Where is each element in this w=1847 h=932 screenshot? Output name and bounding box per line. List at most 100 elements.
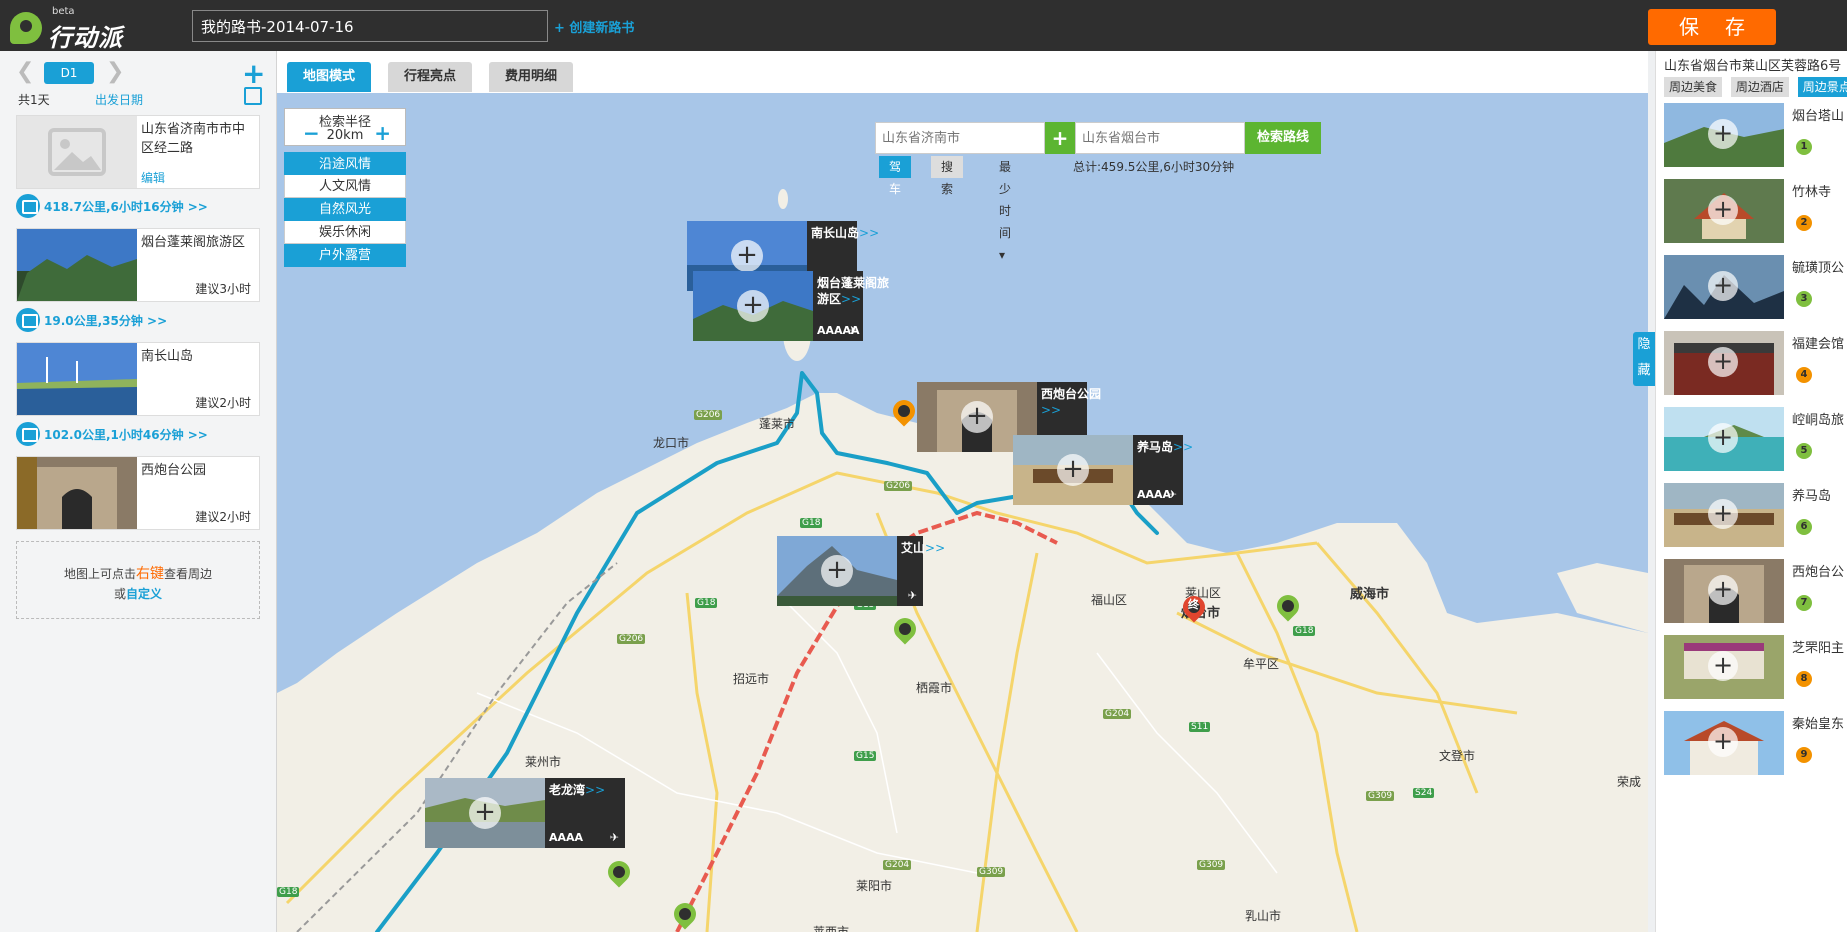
road-label: G206 <box>694 410 723 420</box>
add-poi-icon[interactable]: + <box>1708 195 1738 225</box>
place-label: 招远市 <box>733 672 770 686</box>
origin-input[interactable] <box>875 122 1045 154</box>
add-poi-icon[interactable]: + <box>737 290 769 322</box>
search-route-button[interactable]: 检索路线 <box>1245 122 1321 154</box>
tab-nearby-food[interactable]: 周边美食 <box>1664 77 1723 97</box>
add-poi-icon[interactable]: + <box>1708 271 1738 301</box>
filter-culture[interactable]: 人文风情 <box>284 175 406 198</box>
poi-more-link[interactable]: >> <box>841 292 861 306</box>
nearby-item[interactable]: + 芝罘阳主 8 <box>1664 635 1847 701</box>
stop-card[interactable]: 西炮台公园 建议2小时 <box>16 456 260 530</box>
place-label: 莱州市 <box>525 755 562 769</box>
start-place-card[interactable]: 山东省济南市市中区经二路 编辑 <box>16 115 260 189</box>
add-poi-icon[interactable]: + <box>1057 454 1089 486</box>
poi-more-link[interactable]: >> <box>1041 403 1061 417</box>
tab-highlights[interactable]: 行程亮点 <box>388 62 473 92</box>
nearby-item[interactable]: + 竹林寺 2 <box>1664 179 1847 245</box>
prev-day-icon[interactable]: ❮ <box>16 59 34 84</box>
current-address: 山东省烟台市莱山区芙蓉路6号 <box>1664 59 1842 74</box>
top-bar: beta 行动派 + 创建新路书 保存 <box>0 0 1847 52</box>
add-poi-icon[interactable]: + <box>1708 119 1738 149</box>
nearby-name: 养马岛 <box>1792 489 1832 504</box>
tab-costs[interactable]: 费用明细 <box>489 62 574 92</box>
pin-icon[interactable]: ✈ <box>1168 488 1177 501</box>
tab-map-mode[interactable]: 地图模式 <box>287 62 372 92</box>
depart-date-link[interactable]: 出发日期 <box>95 91 143 108</box>
nearby-name: 芝罘阳主 <box>1792 641 1845 656</box>
poi-more-link[interactable]: >> <box>1173 440 1193 454</box>
logo[interactable]: beta 行动派 <box>10 6 135 52</box>
poi-more-link[interactable]: >> <box>585 783 605 797</box>
add-poi-icon[interactable]: + <box>1708 727 1738 757</box>
book-title-input[interactable] <box>192 10 548 42</box>
tab-nearby-sights[interactable]: 周边景点 <box>1797 77 1847 97</box>
filter-scenery-along[interactable]: 沿途风情 <box>284 152 406 175</box>
search-button[interactable]: 搜索 <box>931 156 964 196</box>
add-poi-icon[interactable]: + <box>1708 651 1738 681</box>
nearby-item[interactable]: + 烟台塔山 1 <box>1664 103 1847 169</box>
next-day-icon[interactable]: ❯ <box>106 59 124 84</box>
add-poi-icon[interactable]: + <box>1708 499 1738 529</box>
destination-input[interactable] <box>1075 122 1245 154</box>
filter-leisure[interactable]: 娱乐休闲 <box>284 221 406 244</box>
nearby-item[interactable]: + 西炮台公 7 <box>1664 559 1847 625</box>
edit-icon[interactable] <box>244 87 262 105</box>
route-summary[interactable]: 102.0公里,1小时46分钟 >> <box>44 426 208 443</box>
route-preference-select[interactable]: 最少时间 ▾ <box>989 156 1021 262</box>
poi-card[interactable]: + 艾山>> ✈ <box>777 536 945 606</box>
map-canvas[interactable]: 龙口市 招远市 栖霞市 福山区 莱山区 烟台市 牟平区 威海市 文登市 莱阳市 … <box>277 93 1648 932</box>
add-poi-icon[interactable]: + <box>1708 347 1738 377</box>
poi-card[interactable]: + 老龙湾>> AAAA ✈ <box>425 778 625 848</box>
nearby-item[interactable]: + 崆峒岛旅 5 <box>1664 407 1847 473</box>
add-poi-icon[interactable]: + <box>961 401 993 433</box>
road-label: S24 <box>1413 788 1435 798</box>
poi-more-link[interactable]: >> <box>859 226 879 240</box>
nearby-item[interactable]: + 福建会馆 4 <box>1664 331 1847 397</box>
save-button[interactable]: 保存 <box>1648 9 1776 45</box>
nearby-item[interactable]: + 养马岛 6 <box>1664 483 1847 549</box>
radius-plus-button[interactable]: + <box>374 121 391 145</box>
pin-icon[interactable]: ✈ <box>610 831 619 844</box>
nearby-number: 9 <box>1796 747 1812 763</box>
route-summary[interactable]: 418.7公里,6小时16分钟 >> <box>44 198 208 215</box>
day-tab[interactable]: D1 <box>44 62 94 84</box>
tab-nearby-hotels[interactable]: 周边酒店 <box>1730 77 1789 97</box>
hide-panel-button[interactable]: 隐藏 <box>1633 332 1655 386</box>
pin-icon[interactable]: ✈ <box>848 324 857 337</box>
route-summary[interactable]: 19.0公里,35分钟 >> <box>44 312 167 329</box>
add-poi-icon[interactable]: + <box>1708 423 1738 453</box>
logo-text: 行动派 <box>48 24 123 52</box>
edit-link[interactable]: 编辑 <box>141 169 165 186</box>
nearby-panel: 山东省烟台市莱山区芙蓉路6号 周边美食 周边酒店 周边景点 + 烟台塔山 1 +… <box>1655 51 1847 932</box>
road-label: G206 <box>617 634 646 644</box>
poi-card[interactable]: + 烟台蓬莱阁旅游区>> AAAAA ✈ <box>693 271 889 341</box>
add-poi-icon[interactable]: + <box>1708 575 1738 605</box>
stop-card[interactable]: 南长山岛 建议2小时 <box>16 342 260 416</box>
poi-more-link[interactable]: >> <box>925 541 945 555</box>
filter-nature[interactable]: 自然风光 <box>284 198 406 221</box>
add-day-icon[interactable]: + <box>242 57 265 90</box>
add-waypoint-button[interactable]: + <box>1045 122 1075 154</box>
stop-card[interactable]: 烟台蓬莱阁旅游区 建议3小时 <box>16 228 260 302</box>
poi-card[interactable]: + 养马岛>> AAAA ✈ <box>1013 435 1193 505</box>
nearby-name: 秦始皇东 <box>1792 717 1845 732</box>
add-poi-icon[interactable]: + <box>731 240 763 272</box>
custom-link[interactable]: 自定义 <box>126 587 162 601</box>
place-label: 福山区 <box>1091 593 1128 607</box>
route-search-bar: + 检索路线 <box>875 122 1325 154</box>
nearby-item[interactable]: + 秦始皇东 9 <box>1664 711 1847 777</box>
filter-camping[interactable]: 户外露营 <box>284 244 406 267</box>
drive-mode-button[interactable]: 驾车 <box>879 156 912 196</box>
beta-badge: beta <box>52 6 75 17</box>
place-label: 龙口市 <box>653 436 690 450</box>
road-label: G15 <box>854 751 877 761</box>
add-poi-icon[interactable]: + <box>821 555 853 587</box>
poi-name: 老龙湾 <box>549 783 586 797</box>
road-label: G18 <box>695 598 718 608</box>
pin-icon[interactable]: ✈ <box>908 589 917 602</box>
create-new-book-link[interactable]: + 创建新路书 <box>554 17 634 36</box>
nearby-item[interactable]: + 毓璜顶公 3 <box>1664 255 1847 321</box>
place-label: 乳山市 <box>1245 909 1282 923</box>
add-poi-icon[interactable]: + <box>469 797 501 829</box>
road-label: G309 <box>1366 791 1395 801</box>
